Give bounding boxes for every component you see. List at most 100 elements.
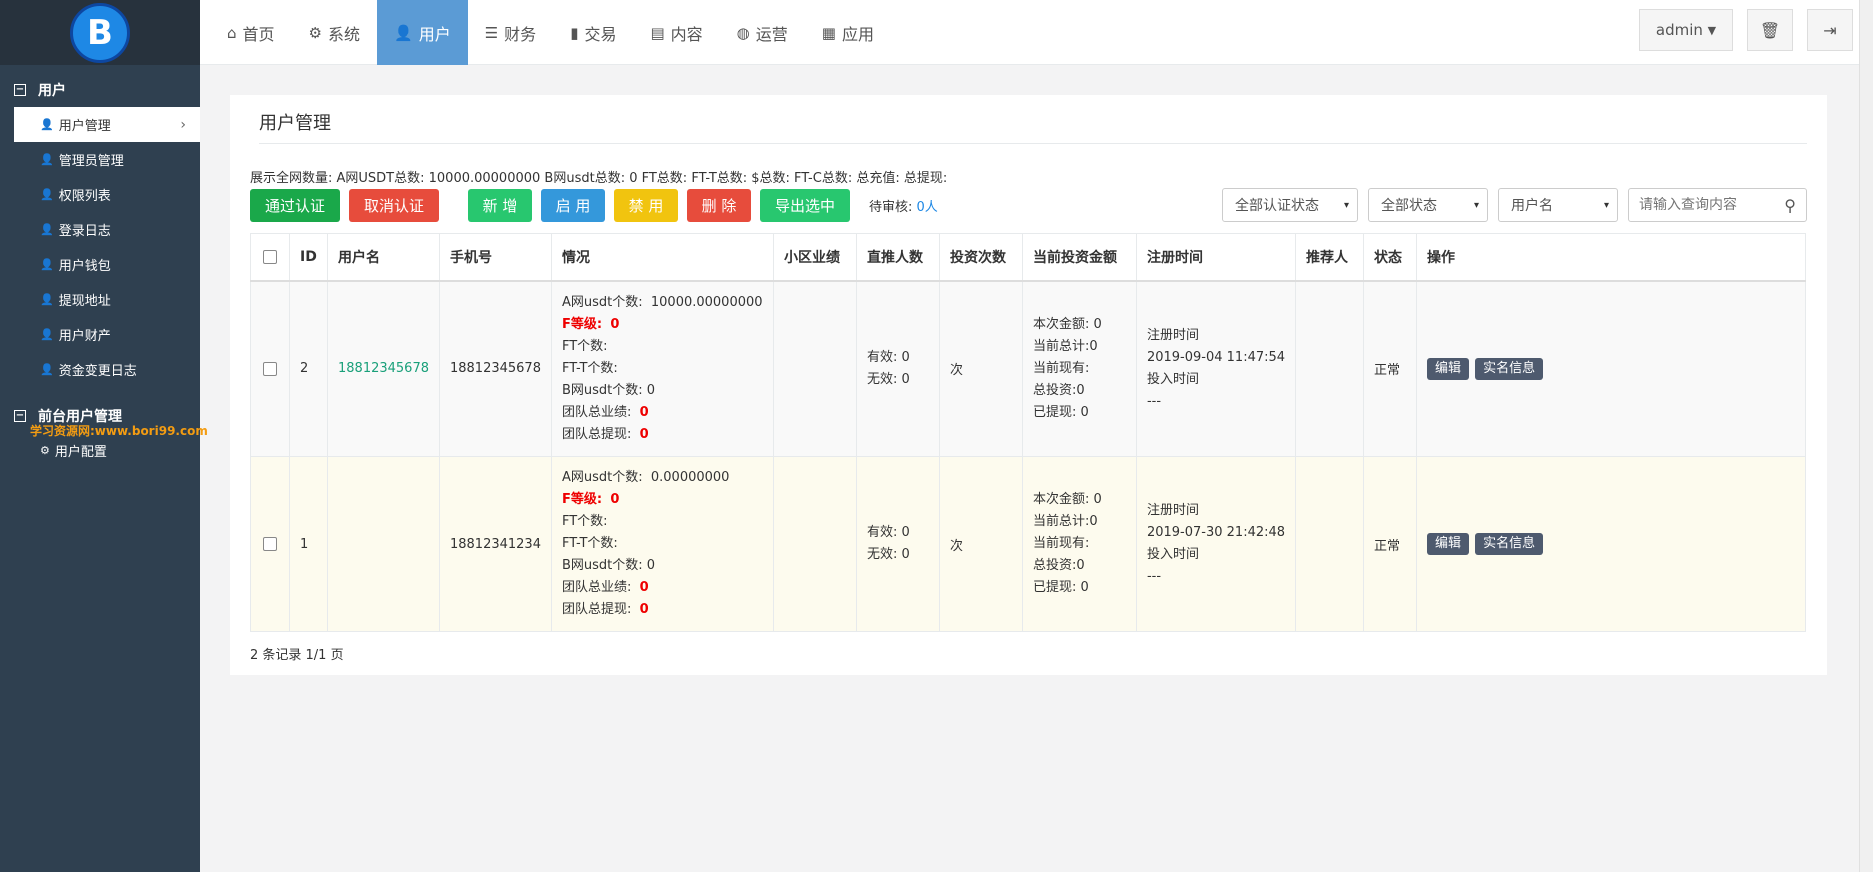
row-select-cell [250, 456, 290, 632]
sidebar-item-user-manage[interactable]: 👤 用户管理 › [14, 107, 200, 142]
add-button[interactable]: 新 增 [468, 188, 532, 222]
user-icon: 👤 [40, 293, 54, 306]
info-label: F等级: [561, 492, 603, 507]
realname-button[interactable]: 实名信息 [1475, 533, 1544, 555]
nav-trade[interactable]: ▮ 交易 [553, 0, 633, 65]
enable-button[interactable]: 启 用 [541, 188, 605, 222]
info-a: A网usdt个数: 0.00000000 [562, 467, 763, 489]
sidebar-section-user[interactable]: − 用户 [0, 73, 200, 107]
sidebar-item-fund-log[interactable]: 👤 资金变更日志 [0, 352, 200, 387]
table-header-row: ID 用户名 手机号 情况 小区业绩 直推人数 投资次数 当前投资金额 注册时间… [250, 233, 1806, 282]
info-ftt: FT-T个数: [561, 360, 618, 376]
sidebar-section-label: 用户 [38, 83, 66, 99]
invest-label: 投入时间 [1146, 547, 1199, 562]
col-referrer[interactable]: 推荐人 [1295, 233, 1365, 282]
gear-icon: ⚙ [308, 23, 322, 42]
col-id[interactable]: ID [289, 233, 328, 282]
amount-total: 当前总计:0 [1032, 338, 1098, 354]
disable-button[interactable]: 禁 用 [614, 188, 678, 222]
cell-info: A网usdt个数: 10000.00000000 F等级: 0 FT个数: FT… [550, 280, 774, 457]
sidebar-item-assets[interactable]: 👤 用户财产 [0, 317, 200, 352]
nav-label: 交易 [584, 24, 617, 44]
col-invest-times[interactable]: 投资次数 [938, 233, 1023, 282]
field-select[interactable]: 用户名 ▾ [1498, 188, 1618, 222]
info-ft: FT个数: [561, 338, 608, 354]
cell-username: 18812345678 [327, 280, 440, 457]
delete-button[interactable]: 删 除 [687, 188, 751, 222]
amount-invest: 总投资:0 [1032, 382, 1085, 398]
col-actions[interactable]: 操作 [1416, 233, 1806, 282]
trash-button[interactable]: 🗑 [1747, 9, 1793, 51]
nav-system[interactable]: ⚙ 系统 [292, 0, 377, 65]
table-row: 1 18812341234 A网usdt个数: 0.00000000 F等级: … [250, 456, 1806, 632]
auth-status-select[interactable]: 全部认证状态 ▾ [1222, 188, 1358, 222]
toolbar: 通过认证 取消认证 新 增 启 用 禁 用 删 除 导出选中 待审核: 0人 [250, 188, 938, 222]
user-table: ID 用户名 手机号 情况 小区业绩 直推人数 投资次数 当前投资金额 注册时间… [250, 233, 1806, 632]
admin-dropdown[interactable]: admin ▼ [1639, 9, 1733, 51]
edit-button[interactable]: 编辑 [1427, 357, 1470, 380]
search-input[interactable] [1639, 197, 1769, 213]
info-label: A网usdt个数: [561, 294, 643, 310]
sidebar-item-admin-manage[interactable]: 👤 管理员管理 [0, 142, 200, 177]
nav-apps[interactable]: ▦ 应用 [805, 0, 891, 65]
collapse-icon: − [14, 84, 26, 96]
select-all-checkbox[interactable] [263, 249, 277, 264]
cell-phone: 18812341234 [438, 456, 552, 632]
nav-label: 用户 [418, 24, 451, 44]
invest-time: --- [1146, 569, 1162, 584]
user-icon: 👤 [40, 328, 54, 341]
col-status[interactable]: 状态 [1363, 233, 1418, 282]
nav-operation[interactable]: ◍ 运营 [720, 0, 805, 65]
col-district[interactable]: 小区业绩 [772, 233, 857, 282]
top-nav: ⌂ 首页 ⚙ 系统 👤 用户 ☰ 财务 ▮ 交易 ▤ 内容 ◍ 运营 ▦ 应用 admin ▼ … [200, 0, 1873, 65]
select-value: 全部状态 [1381, 198, 1437, 214]
cell-id: 2 [289, 280, 328, 457]
info-ftt: FT-T个数: [561, 536, 618, 551]
info-f: F等级: 0 [562, 489, 763, 511]
admin-label: admin [1655, 21, 1703, 39]
realname-button[interactable]: 实名信息 [1475, 357, 1544, 380]
cell-referrer [1295, 280, 1365, 457]
search-icon[interactable]: ⚲ [1784, 196, 1796, 215]
grid-icon: ▦ [821, 23, 836, 42]
cell-referrer [1295, 456, 1365, 632]
info-ft: FT个数: [561, 514, 608, 529]
nav-finance[interactable]: ☰ 财务 [468, 0, 553, 65]
info-value: 0 [639, 580, 649, 595]
sidebar-item-withdraw-address[interactable]: 👤 提现地址 [0, 282, 200, 317]
cell-info: A网usdt个数: 0.00000000 F等级: 0 FT个数: FT-T个数… [550, 456, 774, 632]
col-username[interactable]: 用户名 [327, 233, 440, 282]
info-team-wd: 团队总提现: 0 [562, 599, 763, 621]
sidebar-item-permissions[interactable]: 👤 权限列表 [0, 177, 200, 212]
sidebar-item-label: 管理员管理 [58, 154, 124, 169]
reg-label: 注册时间 [1146, 327, 1199, 343]
amount-withdrawn: 已提现: 0 [1032, 404, 1089, 420]
globe-icon: ◍ [736, 23, 750, 42]
col-direct[interactable]: 直推人数 [855, 233, 940, 282]
row-checkbox[interactable] [263, 361, 277, 376]
user-icon: 👤 [40, 118, 54, 131]
export-button[interactable]: 导出选中 [760, 188, 850, 222]
cancel-auth-button[interactable]: 取消认证 [349, 188, 439, 222]
col-amount[interactable]: 当前投资金额 [1021, 233, 1137, 282]
row-checkbox[interactable] [263, 537, 277, 551]
nav-user[interactable]: 👤 用户 [377, 0, 468, 65]
sidebar-item-wallet[interactable]: 👤 用户钱包 [0, 247, 200, 282]
edit-button[interactable]: 编辑 [1427, 533, 1470, 555]
logo-area: B [0, 0, 200, 65]
col-phone[interactable]: 手机号 [438, 233, 552, 282]
username-link[interactable]: 18812345678 [338, 361, 429, 376]
nav-label: 首页 [242, 24, 275, 44]
nav-content[interactable]: ▤ 内容 [633, 0, 719, 65]
col-reg-time[interactable]: 注册时间 [1135, 233, 1297, 282]
sidebar-item-login-log[interactable]: 👤 登录日志 [0, 212, 200, 247]
col-info[interactable]: 情况 [550, 233, 774, 282]
cell-phone: 18812345678 [438, 280, 552, 457]
info-value: 0 [639, 602, 649, 617]
nav-home[interactable]: ⌂ 首页 [210, 0, 292, 65]
approve-button[interactable]: 通过认证 [250, 188, 340, 222]
page-scrollbar[interactable] [1859, 0, 1873, 872]
status-select[interactable]: 全部状态 ▾ [1368, 188, 1488, 222]
cell-username [327, 456, 440, 632]
logout-button[interactable]: ⇥ [1807, 9, 1853, 51]
